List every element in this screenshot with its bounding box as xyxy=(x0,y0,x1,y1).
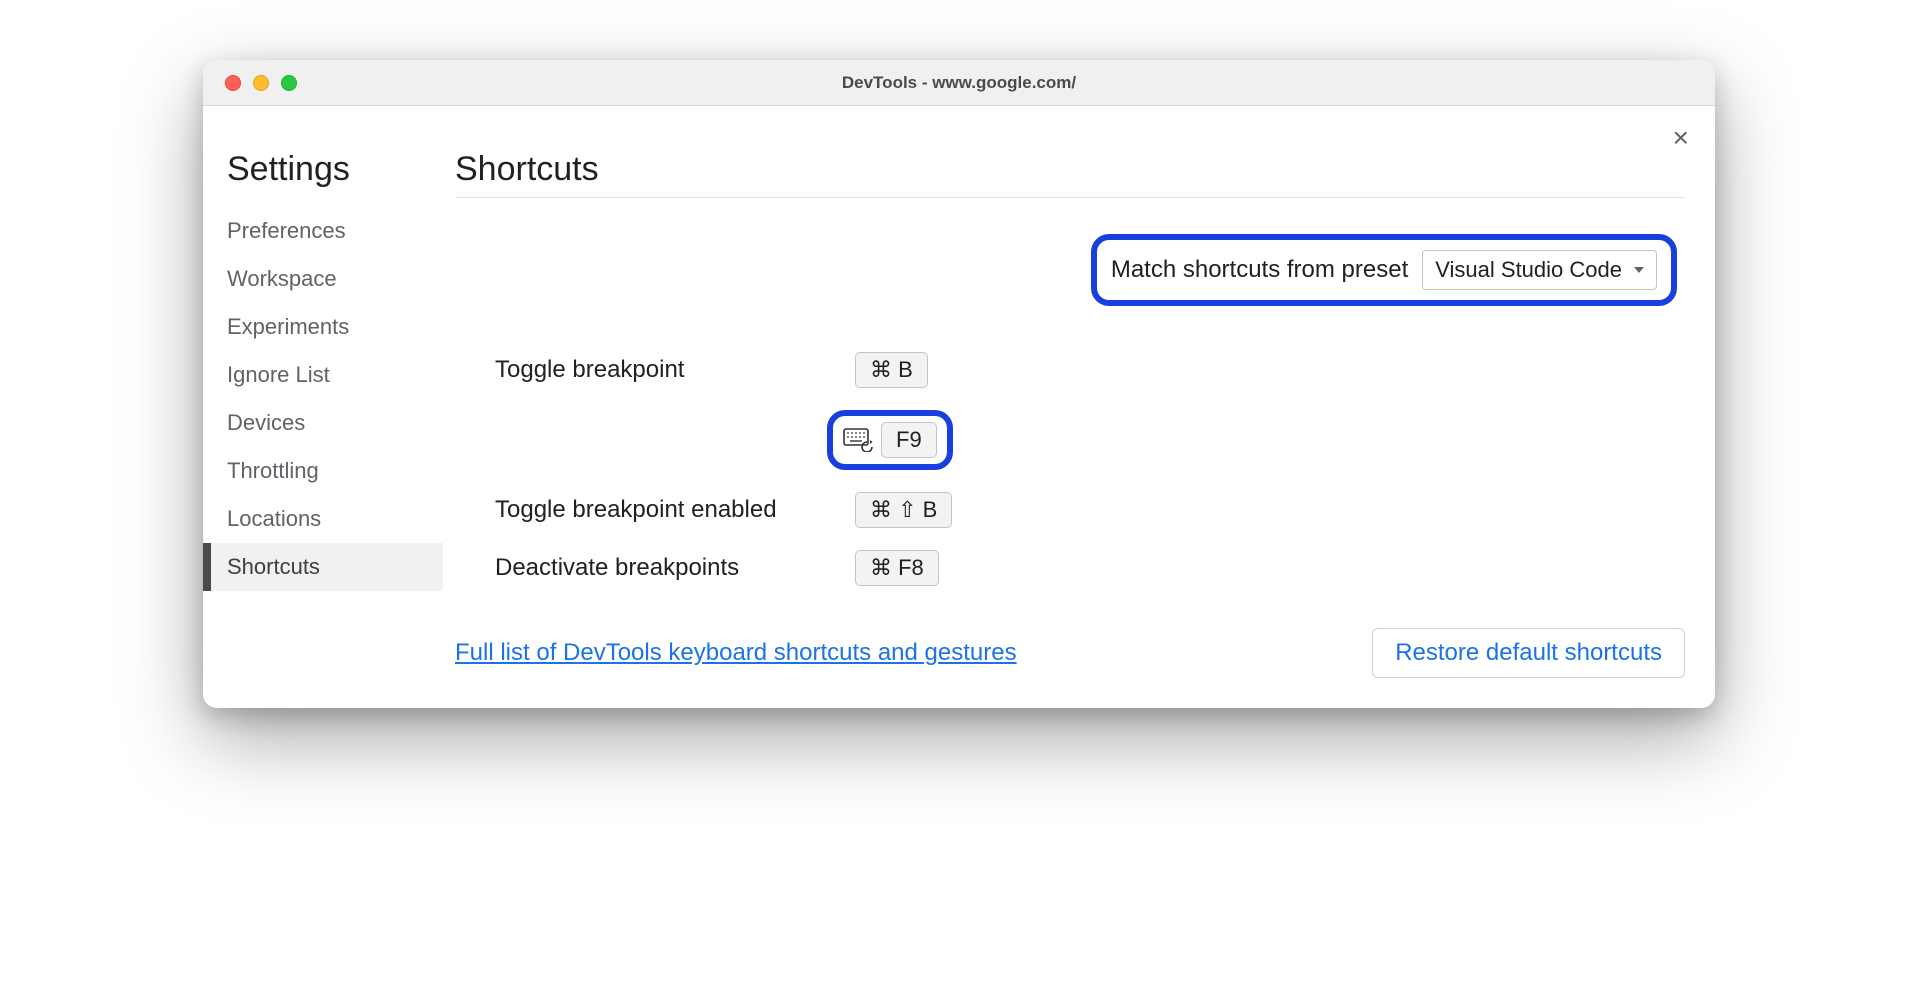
sidebar-item-label: Ignore List xyxy=(227,362,330,387)
sidebar-item-label: Shortcuts xyxy=(227,554,320,579)
sidebar-item-label: Preferences xyxy=(227,218,346,243)
shortcut-keys: ⌘ B xyxy=(855,352,928,388)
sidebar-item-locations[interactable]: Locations xyxy=(203,495,443,543)
preset-highlight: Match shortcuts from preset Visual Studi… xyxy=(1091,234,1677,306)
keyboard-key: F9 xyxy=(881,422,937,458)
keyboard-key: ⌘ ⇧ B xyxy=(855,492,952,528)
devtools-window: DevTools - www.google.com/ × Settings Pr… xyxy=(203,60,1715,708)
preset-label: Match shortcuts from preset xyxy=(1111,256,1408,284)
window-title: DevTools - www.google.com/ xyxy=(203,73,1715,93)
sidebar-item-shortcuts[interactable]: Shortcuts xyxy=(203,543,443,591)
settings-sidebar: Settings Preferences Workspace Experimen… xyxy=(203,106,443,708)
window-controls xyxy=(203,75,297,91)
divider xyxy=(455,197,1685,198)
shortcuts-main: Shortcuts Match shortcuts from preset Vi… xyxy=(443,106,1715,708)
preset-row: Match shortcuts from preset Visual Studi… xyxy=(455,234,1677,306)
shortcut-keys: ⌘ ⇧ B xyxy=(855,492,952,528)
chevron-down-icon xyxy=(1634,267,1644,273)
restore-defaults-button[interactable]: Restore default shortcuts xyxy=(1372,628,1685,678)
titlebar: DevTools - www.google.com/ xyxy=(203,60,1715,106)
page-title: Shortcuts xyxy=(455,150,1685,189)
sidebar-item-ignore-list[interactable]: Ignore List xyxy=(203,351,443,399)
sidebar-item-workspace[interactable]: Workspace xyxy=(203,255,443,303)
sidebar-item-devices[interactable]: Devices xyxy=(203,399,443,447)
preset-select[interactable]: Visual Studio Code xyxy=(1422,250,1657,290)
close-icon[interactable]: × xyxy=(1673,124,1689,152)
sidebar-title: Settings xyxy=(203,150,443,189)
minimize-window-button[interactable] xyxy=(253,75,269,91)
sidebar-item-label: Workspace xyxy=(227,266,337,291)
sidebar-item-label: Throttling xyxy=(227,458,319,483)
sidebar-item-label: Locations xyxy=(227,506,321,531)
settings-panel: × Settings Preferences Workspace Experim… xyxy=(203,106,1715,708)
shortcut-row: Toggle breakpoint ⌘ B xyxy=(495,352,1685,388)
shortcut-keys: ⌘ F8 xyxy=(855,550,939,586)
shortcut-name: Toggle breakpoint enabled xyxy=(495,496,835,524)
preset-selected-value: Visual Studio Code xyxy=(1435,257,1622,283)
keyboard-reset-icon[interactable] xyxy=(843,428,873,452)
shortcut-highlight: F9 xyxy=(827,410,953,470)
shortcut-name: Toggle breakpoint xyxy=(495,356,835,384)
keyboard-key: ⌘ F8 xyxy=(855,550,939,586)
shortcut-name: Deactivate breakpoints xyxy=(495,554,835,582)
sidebar-item-experiments[interactable]: Experiments xyxy=(203,303,443,351)
sidebar-item-label: Experiments xyxy=(227,314,349,339)
zoom-window-button[interactable] xyxy=(281,75,297,91)
sidebar-item-preferences[interactable]: Preferences xyxy=(203,207,443,255)
footer-row: Full list of DevTools keyboard shortcuts… xyxy=(455,628,1685,678)
shortcut-list: Toggle breakpoint ⌘ B xyxy=(495,352,1685,586)
sidebar-item-throttling[interactable]: Throttling xyxy=(203,447,443,495)
docs-link[interactable]: Full list of DevTools keyboard shortcuts… xyxy=(455,639,1017,667)
keyboard-key: ⌘ B xyxy=(855,352,928,388)
shortcut-row: F9 xyxy=(495,410,1685,470)
close-window-button[interactable] xyxy=(225,75,241,91)
sidebar-item-label: Devices xyxy=(227,410,305,435)
shortcut-row: Toggle breakpoint enabled ⌘ ⇧ B xyxy=(495,492,1685,528)
shortcut-row: Deactivate breakpoints ⌘ F8 xyxy=(495,550,1685,586)
